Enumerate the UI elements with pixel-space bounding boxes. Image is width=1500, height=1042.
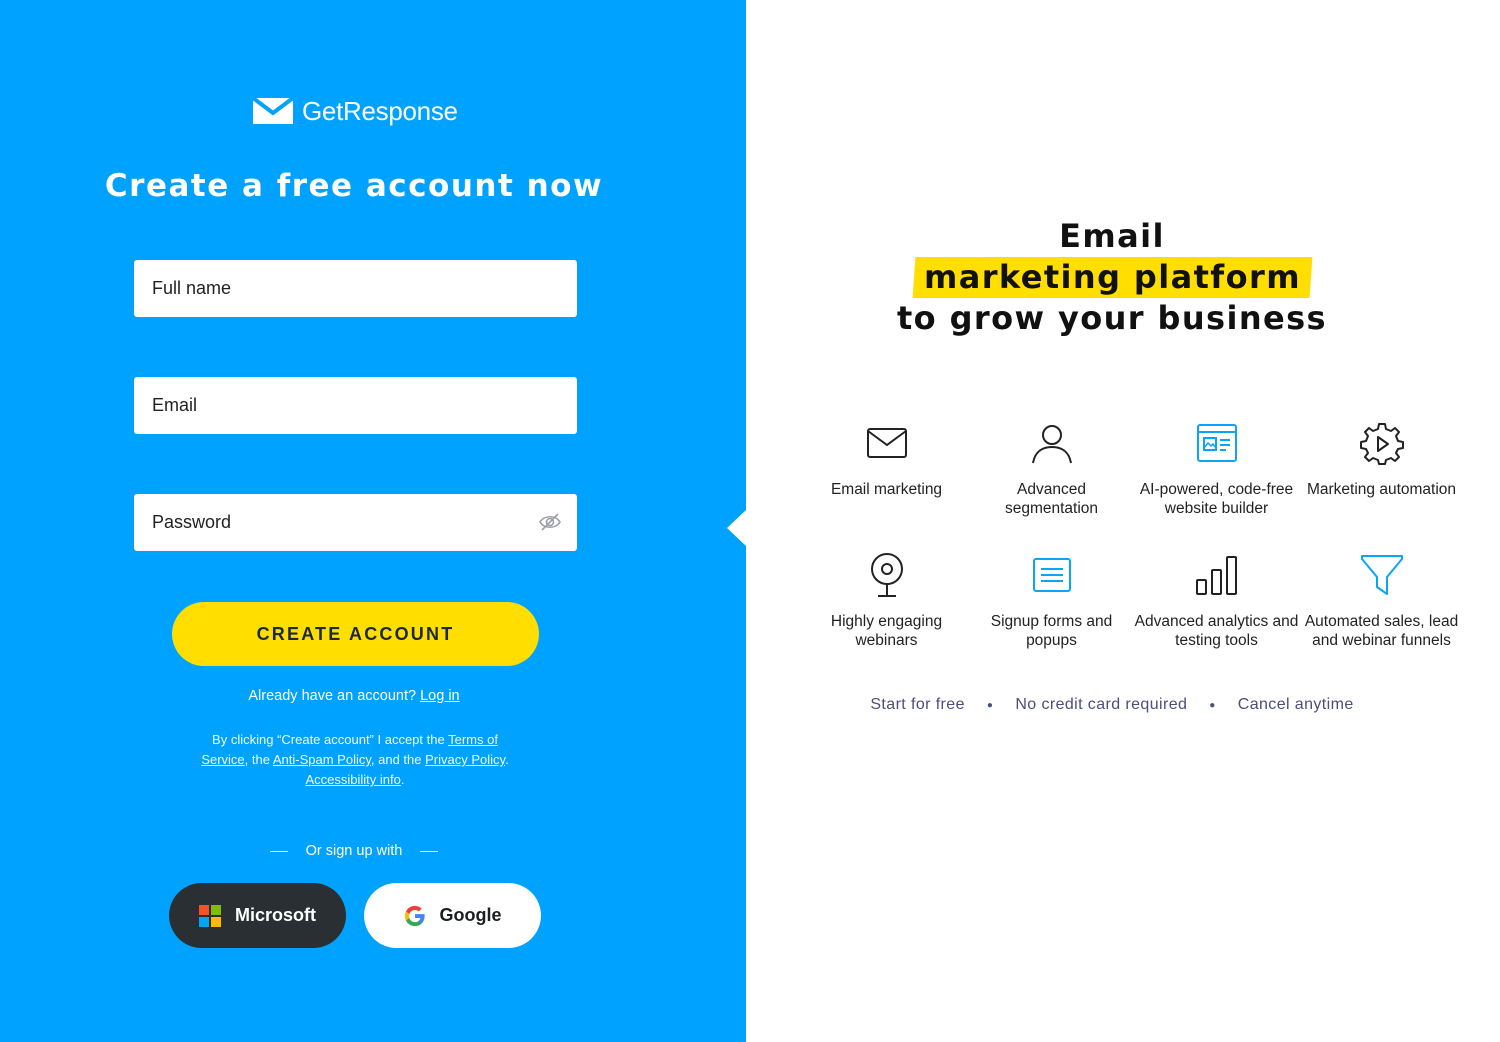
envelope-icon xyxy=(866,428,907,458)
create-account-button[interactable]: CREATE ACCOUNT xyxy=(172,602,539,666)
brand-logo[interactable]: GetResponse xyxy=(252,94,458,128)
anti-spam-policy-link[interactable]: Anti-Spam Policy xyxy=(273,752,371,767)
feature-label: Email marketing xyxy=(830,481,943,498)
benefit-item: No credit card required xyxy=(1015,696,1188,713)
signup-panel: GetResponse Create a free account now CR… xyxy=(0,0,746,1042)
email-field[interactable] xyxy=(134,377,577,434)
terms-text-pre: By clicking “Create account” I accept th… xyxy=(212,732,449,747)
page-title: Create a free account now xyxy=(104,168,604,204)
feature-item: Advanced analytics and testing tools xyxy=(1134,548,1299,650)
benefit-item: Cancel anytime xyxy=(1237,696,1354,713)
feature-grid: Email marketing Advanced segmentation AI… xyxy=(804,416,1464,650)
panel-notch xyxy=(727,510,746,546)
promo-title-line3: to grow your business xyxy=(896,299,1328,337)
social-divider: Or sign up with xyxy=(0,843,708,859)
benefit-item: Start for free xyxy=(870,696,965,713)
password-field[interactable] xyxy=(134,494,577,551)
promo-title-line2-wrap: marketing platform xyxy=(746,257,1478,298)
webcam-icon xyxy=(870,553,903,597)
login-prompt-text: Already have an account? xyxy=(248,688,421,704)
website-builder-icon xyxy=(1196,424,1237,462)
google-logo-icon xyxy=(404,905,425,926)
password-input[interactable] xyxy=(134,494,577,551)
microsoft-button-label: Microsoft xyxy=(235,905,316,925)
funnel-icon xyxy=(1360,555,1403,595)
user-icon xyxy=(1031,425,1072,464)
promo-title: Email marketing platform to grow your bu… xyxy=(746,216,1478,339)
promo-title-highlight: marketing platform xyxy=(912,257,1312,298)
promo-panel: Email marketing platform to grow your bu… xyxy=(746,0,1500,1042)
divider-line-left xyxy=(269,850,288,852)
promo-title-line1: Email xyxy=(1059,217,1165,255)
accessibility-info-link[interactable]: Accessibility info xyxy=(306,772,401,787)
gear-play-icon xyxy=(1359,423,1404,465)
feature-label: Advanced analytics and testing tools xyxy=(1134,613,1299,649)
feature-item: Highly engaging webinars xyxy=(804,548,969,650)
terms-text-mid1: , the xyxy=(244,752,273,767)
feature-label: AI-powered, code-free website builder xyxy=(1139,481,1294,517)
privacy-policy-link[interactable]: Privacy Policy xyxy=(425,752,505,767)
social-divider-label: Or sign up with xyxy=(305,843,403,859)
feature-item: Signup forms and popups xyxy=(969,548,1134,650)
google-signup-button[interactable]: Google xyxy=(364,883,541,948)
bullet-separator: ● xyxy=(986,699,994,711)
promo-title-line2: marketing platform xyxy=(923,258,1301,296)
microsoft-signup-button[interactable]: Microsoft xyxy=(169,883,346,948)
feature-label: Marketing automation xyxy=(1306,481,1457,498)
full-name-input[interactable] xyxy=(134,260,577,317)
feature-label: Signup forms and popups xyxy=(990,613,1113,649)
feature-item: AI-powered, code-free website builder xyxy=(1134,416,1299,518)
terms-text-mid3: . xyxy=(505,752,509,767)
feature-item: Email marketing xyxy=(804,416,969,518)
feature-item: Marketing automation xyxy=(1299,416,1464,518)
bullet-separator: ● xyxy=(1209,699,1216,711)
form-icon xyxy=(1032,558,1071,592)
benefits-list: Start for free ● No credit card required… xyxy=(746,696,1478,714)
terms-notice: By clicking “Create account” I accept th… xyxy=(190,730,520,790)
feature-item: Advanced segmentation xyxy=(969,416,1134,518)
toggle-password-visibility-icon[interactable] xyxy=(539,512,561,537)
email-input[interactable] xyxy=(134,377,577,434)
bar-chart-icon xyxy=(1195,556,1237,595)
envelope-logo-icon xyxy=(252,96,294,124)
login-link[interactable]: Log in xyxy=(420,688,460,704)
full-name-field[interactable] xyxy=(134,260,577,317)
login-prompt: Already have an account? Log in xyxy=(0,688,708,704)
signup-page: GetResponse Create a free account now CR… xyxy=(0,0,1500,1042)
brand-name: GetResponse xyxy=(302,95,458,126)
feature-label: Automated sales, lead and webinar funnel… xyxy=(1304,613,1459,649)
divider-line-right xyxy=(420,850,439,852)
feature-label: Highly engaging webinars xyxy=(830,613,943,649)
feature-label: Advanced segmentation xyxy=(1004,481,1099,517)
terms-text-end: . xyxy=(400,772,405,787)
terms-text-mid2: , and the xyxy=(370,752,426,767)
feature-item: Automated sales, lead and webinar funnel… xyxy=(1299,548,1464,650)
google-button-label: Google xyxy=(439,905,502,925)
microsoft-logo-icon xyxy=(199,904,221,927)
